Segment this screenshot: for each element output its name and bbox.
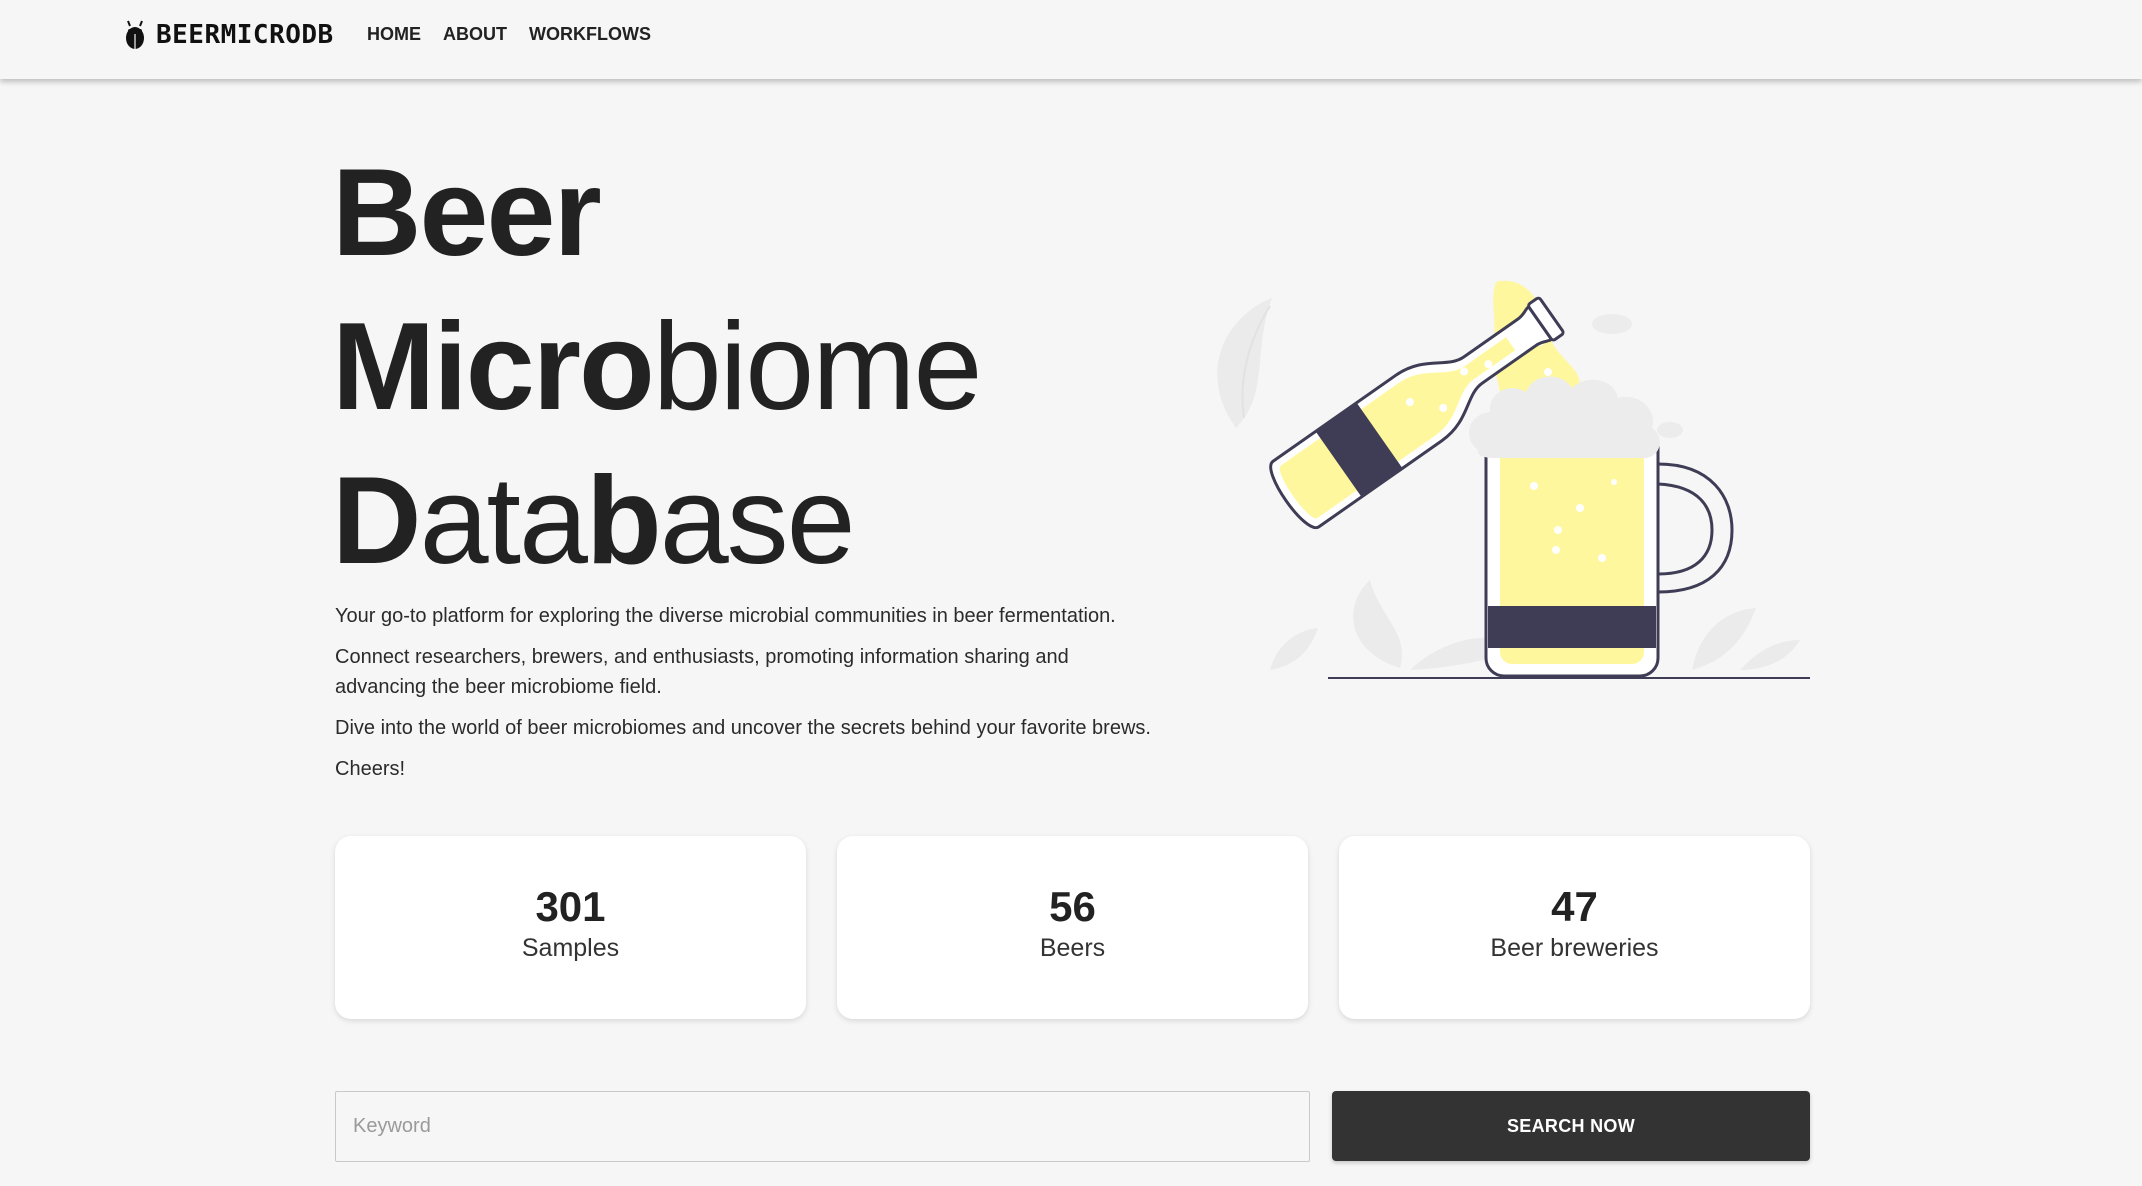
nav-links: HOME ABOUT WORKFLOWS <box>367 23 673 45</box>
nav-link-workflows[interactable]: WORKFLOWS <box>529 23 651 45</box>
title-micro: Micro <box>332 298 655 436</box>
title-b: b <box>585 452 662 590</box>
stats-section: 301 Samples 56 Beers 47 Beer breweries <box>335 836 1810 1019</box>
beer-pouring-illustration <box>1217 280 1810 679</box>
beer-bug-icon <box>126 20 144 49</box>
stat-label-breweries: Beer breweries <box>1490 933 1659 962</box>
title-line-microbiome: Microbiome <box>332 290 983 444</box>
nav-link-about[interactable]: ABOUT <box>443 23 507 45</box>
title-line-database: Database <box>332 444 980 598</box>
intro-text: Your go-to platform for exploring the di… <box>335 601 1165 795</box>
stat-card-beers: 56 Beers <box>837 836 1308 1019</box>
title-beer: Beer <box>332 144 602 282</box>
title-ase: ase <box>659 452 856 590</box>
brand[interactable]: BEERMICRODB <box>124 19 334 51</box>
stat-label-samples: Samples <box>521 933 620 962</box>
stat-value-breweries: 47 <box>1551 882 1598 930</box>
title-d: D <box>332 452 422 590</box>
nav-link-home[interactable]: HOME <box>367 23 421 45</box>
stat-value-beers: 56 <box>1049 882 1096 930</box>
intro-paragraph-2: Connect researchers, brewers, and enthus… <box>335 646 1069 698</box>
hero-title: Beer Microbiome Database <box>332 136 983 598</box>
stat-value-samples: 301 <box>535 882 606 930</box>
title-biome: biome <box>652 298 983 436</box>
brand-name: BEERMICRODB <box>156 20 334 50</box>
stat-card-samples: 301 Samples <box>335 836 806 1019</box>
stat-card-breweries: 47 Beer breweries <box>1339 836 1810 1019</box>
title-line-beer: Beer <box>332 136 980 290</box>
search-row: SEARCH NOW <box>335 1091 1810 1162</box>
keyword-input[interactable] <box>335 1091 1310 1162</box>
intro-paragraph-1: Your go-to platform for exploring the di… <box>335 605 1116 627</box>
title-ata: ata <box>419 452 588 590</box>
stat-label-beers: Beers <box>1039 933 1106 962</box>
search-now-button[interactable]: SEARCH NOW <box>1332 1091 1810 1161</box>
intro-paragraph-4: Cheers! <box>335 758 406 780</box>
navbar: BEERMICRODB HOME ABOUT WORKFLOWS <box>0 0 2142 79</box>
intro-paragraph-3: Dive into the world of beer microbiomes … <box>335 717 1151 739</box>
